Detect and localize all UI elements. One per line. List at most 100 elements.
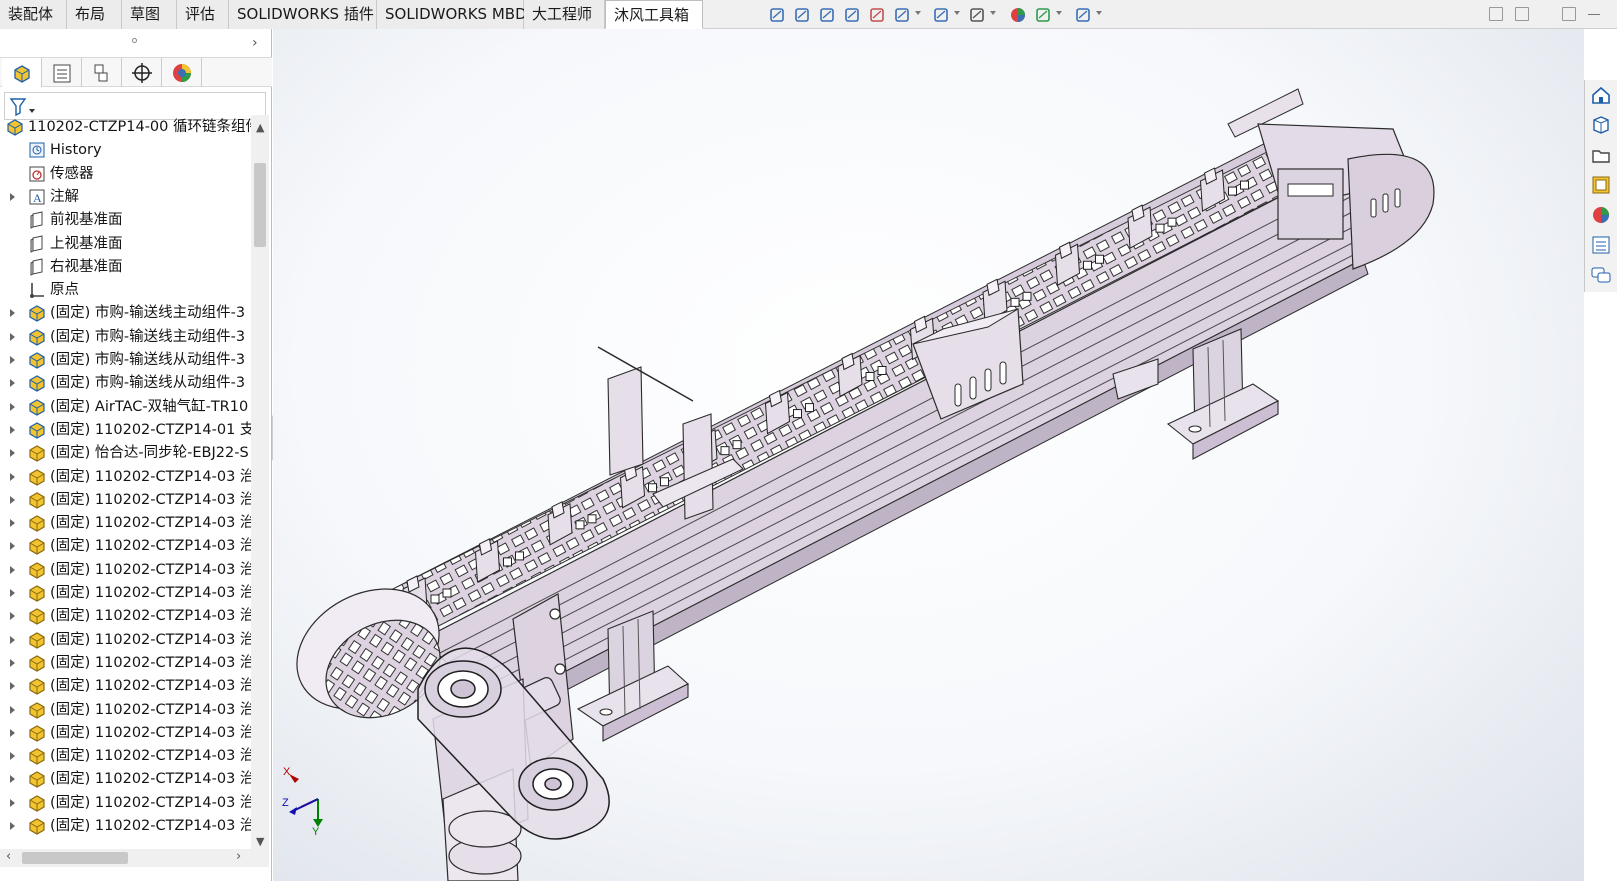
tree-item[interactable]: (固定) 110202-CTZP14-03 治	[0, 674, 251, 698]
expand-arrow-icon[interactable]	[10, 822, 15, 830]
tree-item[interactable]: (固定) 怡合达-同步轮-EBJ22-S	[0, 441, 251, 465]
expand-arrow-icon[interactable]	[10, 775, 15, 784]
zoom-area-icon[interactable]	[793, 6, 811, 24]
tree-item[interactable]: (固定) 110202-CTZP14-03 治	[0, 814, 251, 838]
tree-item[interactable]: (固定) 110202-CTZP14-03 治	[0, 604, 251, 628]
graphics-area[interactable]: X Z Y	[273, 29, 1584, 881]
view-settings-dropdown-caret[interactable]	[1096, 11, 1102, 15]
expand-arrow-icon[interactable]	[10, 402, 15, 411]
expand-arrow-icon[interactable]	[10, 379, 15, 388]
expand-arrow-icon[interactable]	[10, 682, 15, 691]
tree-item[interactable]: (固定) 110202-CTZP14-03 治	[0, 721, 251, 745]
expand-arrow-icon[interactable]	[10, 542, 15, 551]
file-explorer-icon[interactable]	[1590, 144, 1612, 166]
expand-arrow-icon[interactable]	[10, 658, 15, 667]
expand-arrow-icon[interactable]	[10, 309, 15, 318]
tree-item[interactable]: (固定) 110202-CTZP14-03 治	[0, 651, 251, 675]
tab-7[interactable]: 沐风工具箱	[605, 0, 703, 29]
view-orientation-dropdown-caret[interactable]	[915, 11, 921, 15]
scroll-up-icon[interactable]: ▲	[256, 121, 264, 134]
previous-view-icon[interactable]	[818, 6, 836, 24]
restore-window-icon[interactable]	[1562, 7, 1576, 21]
panel-grip[interactable]	[0, 29, 272, 53]
scroll-thumb-horizontal[interactable]	[22, 852, 128, 864]
conveyor-assembly-model[interactable]: X Z Y	[273, 29, 1584, 881]
expand-arrow-icon[interactable]	[10, 565, 15, 574]
tree-item[interactable]: 右视基准面	[0, 255, 251, 279]
expand-arrow-icon[interactable]	[10, 472, 15, 481]
tree-item[interactable]: A 注解	[0, 185, 251, 209]
tree-item[interactable]: 原点	[0, 278, 251, 302]
tab-3[interactable]: 评估	[177, 0, 229, 29]
view-palette-icon[interactable]	[1590, 174, 1612, 196]
view-settings-icon[interactable]	[1074, 6, 1092, 24]
tree-item[interactable]: (固定) 110202-CTZP14-03 治	[0, 511, 251, 535]
tree-item[interactable]: 前视基准面	[0, 208, 251, 232]
tree-item[interactable]: (固定) 110202-CTZP14-03 治	[0, 791, 251, 815]
tab-2[interactable]: 草图	[122, 0, 177, 29]
hide-show-icon[interactable]	[968, 6, 986, 24]
expand-arrow-icon[interactable]	[10, 495, 15, 504]
expand-arrow-icon[interactable]	[10, 728, 15, 737]
expand-arrow-icon[interactable]	[10, 635, 15, 644]
tree-horizontal-scrollbar[interactable]: ‹ ›	[0, 849, 269, 867]
display-style-icon[interactable]	[932, 6, 950, 24]
appearances-icon[interactable]	[1590, 204, 1612, 226]
expand-arrow-icon[interactable]	[10, 356, 15, 364]
tree-item[interactable]: (固定) 市购-输送线主动组件-3	[0, 325, 251, 349]
tree-item[interactable]: (固定) 110202-CTZP14-03 治	[0, 698, 251, 722]
tree-item[interactable]: (固定) 110202-CTZP14-03 治	[0, 488, 251, 512]
tree-item[interactable]: (固定) AirTAC-双轴气缸-TR10	[0, 395, 251, 419]
tree-item[interactable]: (固定) 110202-CTZP14-03 治	[0, 465, 251, 489]
tree-item[interactable]: (固定) 市购-输送线从动组件-3	[0, 348, 251, 372]
tree-item[interactable]: (固定) 110202-CTZP14-03 治	[0, 628, 251, 652]
tab-6[interactable]: 大工程师	[524, 0, 605, 29]
section-view-icon[interactable]	[843, 6, 861, 24]
apply-scene-icon[interactable]	[1034, 6, 1052, 24]
tree-item[interactable]: 传感器	[0, 162, 251, 186]
expand-arrow-icon[interactable]	[10, 589, 15, 597]
expand-arrow-icon[interactable]	[10, 449, 15, 458]
minimize-window-icon[interactable]	[1588, 14, 1600, 15]
scroll-left-icon[interactable]: ‹	[6, 849, 11, 864]
tree-item[interactable]: (固定) 110202-CTZP14-03 治	[0, 534, 251, 558]
tab-1[interactable]: 布局	[67, 0, 122, 29]
design-library-icon[interactable]	[1590, 114, 1612, 136]
expand-arrow-icon[interactable]	[10, 192, 15, 201]
tab-display-manager[interactable]	[162, 58, 202, 87]
display-style-dropdown-caret[interactable]	[954, 11, 960, 15]
dynamic-annotation-icon[interactable]	[868, 6, 886, 24]
expand-arrow-icon[interactable]	[10, 519, 15, 528]
tab-feature-manager[interactable]	[2, 58, 42, 87]
tab-dimxpert-manager[interactable]	[122, 58, 162, 87]
forum-icon[interactable]	[1590, 264, 1612, 286]
tree-item[interactable]: (固定) 110202-CTZP14-03 治	[0, 581, 251, 605]
tab-0[interactable]: 装配体	[0, 0, 67, 29]
expand-arrow-icon[interactable]	[10, 798, 15, 807]
scroll-down-icon[interactable]: ▼	[256, 835, 264, 848]
tree-item[interactable]: (固定) 110202-CTZP14-03 治	[0, 744, 251, 768]
edit-appearance-icon[interactable]	[1009, 6, 1027, 24]
tree-root-item[interactable]: 110202-CTZP14-00 循环链条组件	[0, 115, 251, 139]
tree-item[interactable]: (固定) 110202-CTZP14-03 治	[0, 558, 251, 582]
apply-scene-dropdown-caret[interactable]	[1056, 11, 1062, 15]
home-icon[interactable]	[1590, 84, 1612, 106]
tabs-chevron-right-icon[interactable]: ›	[252, 35, 258, 51]
tree-item[interactable]: (固定) 110202-CTZP14-01 支	[0, 418, 251, 442]
zoom-to-fit-icon[interactable]	[768, 6, 786, 24]
expand-arrow-icon[interactable]	[10, 752, 15, 761]
expand-arrow-icon[interactable]	[10, 612, 15, 621]
scroll-thumb[interactable]	[254, 163, 266, 247]
tree-vertical-scrollbar[interactable]: ▲ ▼	[251, 115, 269, 849]
tree-item[interactable]: History	[0, 138, 251, 162]
restore-tile-right-icon[interactable]	[1515, 7, 1529, 21]
tab-5[interactable]: SOLIDWORKS MBD	[377, 0, 527, 29]
tab-configuration-manager[interactable]	[82, 58, 122, 87]
tree-item[interactable]: (固定) 110202-CTZP14-03 治	[0, 767, 251, 791]
expand-arrow-icon[interactable]	[10, 705, 15, 714]
custom-properties-icon[interactable]	[1590, 234, 1612, 256]
scroll-right-icon[interactable]: ›	[236, 849, 241, 864]
tree-item[interactable]: 上视基准面	[0, 232, 251, 256]
tree-item[interactable]: (固定) 市购-输送线主动组件-3	[0, 301, 251, 325]
tree-item[interactable]: (固定) 市购-输送线从动组件-3	[0, 371, 251, 395]
